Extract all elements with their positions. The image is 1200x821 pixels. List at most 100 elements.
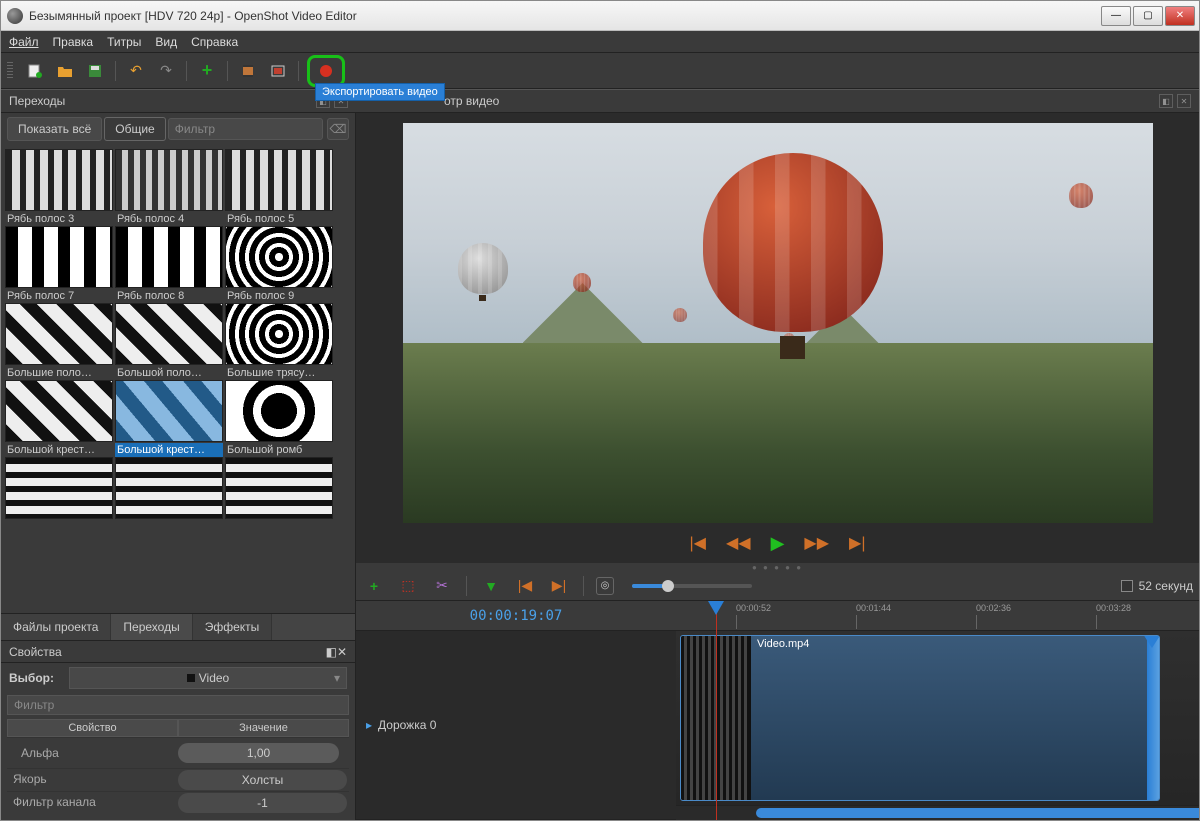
timeline-ruler[interactable]: 00:00:5200:01:4400:02:3600:03:2800:04:20… bbox=[676, 601, 1199, 631]
menu-titles[interactable]: Титры bbox=[107, 35, 141, 49]
timeline-track[interactable]: Video.mp4 bbox=[676, 631, 1199, 806]
transition-thumb[interactable] bbox=[5, 457, 113, 522]
export-video-button[interactable] bbox=[307, 55, 345, 87]
play-button[interactable]: ▶ bbox=[771, 533, 785, 554]
clip-end-handle[interactable] bbox=[1147, 636, 1159, 800]
tab-common[interactable]: Общие bbox=[104, 117, 165, 141]
transition-thumb[interactable]: Большой крест… bbox=[5, 380, 113, 457]
transition-thumb[interactable]: Рябь полос 8 bbox=[115, 226, 223, 303]
preview-float-icon[interactable]: ◧ bbox=[1159, 94, 1173, 108]
menu-view[interactable]: Вид bbox=[155, 35, 177, 49]
export-tooltip: Экспортировать видео bbox=[315, 83, 445, 101]
transition-thumb[interactable]: Большие трясу… bbox=[225, 303, 333, 380]
video-preview[interactable] bbox=[403, 123, 1153, 523]
ruler-tick: 00:03:28 bbox=[1096, 603, 1131, 613]
ruler-tick: 00:00:52 bbox=[736, 603, 771, 613]
rewind-button[interactable]: ◀◀ bbox=[726, 533, 751, 553]
tab-show-all[interactable]: Показать всё bbox=[7, 117, 102, 141]
menu-edit[interactable]: Правка bbox=[53, 35, 94, 49]
center-playhead-button[interactable]: ◎ bbox=[596, 577, 614, 595]
close-button[interactable]: ✕ bbox=[1165, 6, 1195, 26]
undo-button[interactable]: ↶ bbox=[124, 59, 148, 83]
transition-thumb[interactable]: Большой поло… bbox=[115, 303, 223, 380]
menu-file[interactable]: Файл bbox=[9, 35, 39, 49]
add-track-button[interactable]: + bbox=[362, 574, 386, 598]
property-row[interactable]: Фильтр канала-1 bbox=[7, 791, 349, 814]
duration-checkbox[interactable] bbox=[1121, 580, 1133, 592]
main-toolbar: ↶ ↷ + Экспортировать видео bbox=[1, 53, 1199, 89]
timeline-toolbar: + ⬚ ✂ ▼ |◀ ▶| ◎ 52 секунд bbox=[356, 571, 1199, 601]
balloon-icon bbox=[458, 243, 508, 308]
transitions-grid: Рябь полос 3Рябь полос 4Рябь полос 5Рябь… bbox=[1, 145, 355, 613]
property-row[interactable]: ЯкорьХолсты bbox=[7, 768, 349, 791]
maximize-button[interactable]: ▢ bbox=[1133, 6, 1163, 26]
clip-name: Video.mp4 bbox=[751, 636, 815, 800]
title-bar: Безымянный проект [HDV 720 24p] - OpenSh… bbox=[1, 1, 1199, 31]
playhead[interactable] bbox=[716, 601, 717, 820]
ruler-tick: 00:01:44 bbox=[856, 603, 891, 613]
marker-button[interactable]: ▼ bbox=[479, 574, 503, 598]
preview-close-icon[interactable]: ✕ bbox=[1177, 94, 1191, 108]
tab-transitions[interactable]: Переходы bbox=[111, 614, 192, 640]
properties-close-icon[interactable]: ✕ bbox=[337, 645, 347, 659]
prev-marker-button[interactable]: |◀ bbox=[513, 574, 537, 598]
transition-thumb[interactable]: Рябь полос 3 bbox=[5, 149, 113, 226]
track-name: Дорожка 0 bbox=[378, 718, 436, 732]
transitions-title: Переходы bbox=[9, 94, 65, 108]
preview-panel-header: отр видео ◧ ✕ bbox=[356, 89, 1199, 113]
window-title: Безымянный проект [HDV 720 24p] - OpenSh… bbox=[29, 9, 1101, 23]
snap-button[interactable]: ⬚ bbox=[396, 574, 420, 598]
splitter-handle[interactable]: ● ● ● ● ● bbox=[356, 563, 1199, 571]
properties-filter-input[interactable]: Фильтр bbox=[7, 695, 349, 715]
track-expand-icon[interactable]: ▸ bbox=[366, 718, 372, 732]
open-project-button[interactable] bbox=[53, 59, 77, 83]
transitions-filter-input[interactable]: Фильтр bbox=[168, 118, 323, 140]
transition-thumb[interactable]: Большие поло… bbox=[5, 303, 113, 380]
forward-button[interactable]: ▶▶ bbox=[804, 533, 829, 553]
menu-help[interactable]: Справка bbox=[191, 35, 238, 49]
transition-thumb[interactable]: Рябь полос 9 bbox=[225, 226, 333, 303]
transition-thumb[interactable] bbox=[225, 457, 333, 522]
next-marker-button[interactable]: ▶| bbox=[547, 574, 571, 598]
transition-thumb[interactable]: Рябь полос 5 bbox=[225, 149, 333, 226]
fullscreen-button[interactable] bbox=[266, 59, 290, 83]
transition-thumb[interactable]: Рябь полос 7 bbox=[5, 226, 113, 303]
app-icon bbox=[7, 8, 23, 24]
toolbar-grip bbox=[7, 62, 13, 80]
zoom-slider[interactable] bbox=[632, 584, 752, 588]
transition-thumb[interactable]: Большой ромб bbox=[225, 380, 333, 457]
properties-header: Свойства ◧ ✕ bbox=[1, 641, 355, 663]
clear-filter-icon[interactable]: ⌫ bbox=[327, 118, 349, 140]
tab-effects[interactable]: Эффекты bbox=[193, 614, 273, 640]
jump-end-button[interactable]: ▶| bbox=[849, 533, 865, 553]
menu-bar: Файл Правка Титры Вид Справка bbox=[1, 31, 1199, 53]
transition-thumb[interactable]: Большой крест… bbox=[115, 380, 223, 457]
balloon-icon bbox=[703, 153, 883, 383]
tab-project-files[interactable]: Файлы проекта bbox=[1, 614, 111, 640]
razor-button[interactable]: ✂ bbox=[430, 574, 454, 598]
col-property: Свойство bbox=[7, 719, 178, 737]
properties-select-label: Выбор: bbox=[9, 671, 69, 685]
minimize-button[interactable]: — bbox=[1101, 6, 1131, 26]
transition-thumb[interactable] bbox=[115, 457, 223, 522]
transition-thumb[interactable]: Рябь полос 4 bbox=[115, 149, 223, 226]
properties-select-dropdown[interactable]: Video ▾ bbox=[69, 667, 347, 689]
import-button[interactable]: + bbox=[195, 59, 219, 83]
transitions-panel-header: Переходы ◧ ✕ bbox=[1, 89, 356, 113]
col-value: Значение bbox=[178, 719, 349, 737]
property-row[interactable]: Альфа1,00 bbox=[7, 737, 349, 768]
jump-start-button[interactable]: |◀ bbox=[690, 533, 706, 553]
timeline-timecode: 00:00:19:07 bbox=[356, 601, 676, 631]
duration-label: 52 секунд bbox=[1139, 579, 1193, 593]
save-project-button[interactable] bbox=[83, 59, 107, 83]
properties-title: Свойства bbox=[9, 645, 62, 659]
new-project-button[interactable] bbox=[23, 59, 47, 83]
ruler-tick: 00:02:36 bbox=[976, 603, 1011, 613]
properties-float-icon[interactable]: ◧ bbox=[326, 645, 337, 659]
preview-title: отр видео bbox=[444, 94, 499, 108]
track-header[interactable]: ▸ Дорожка 0 bbox=[356, 631, 676, 820]
redo-button[interactable]: ↷ bbox=[154, 59, 178, 83]
timeline-scrollbar[interactable] bbox=[676, 806, 1199, 820]
profile-button[interactable] bbox=[236, 59, 260, 83]
timeline-clip[interactable]: Video.mp4 bbox=[680, 635, 1160, 801]
